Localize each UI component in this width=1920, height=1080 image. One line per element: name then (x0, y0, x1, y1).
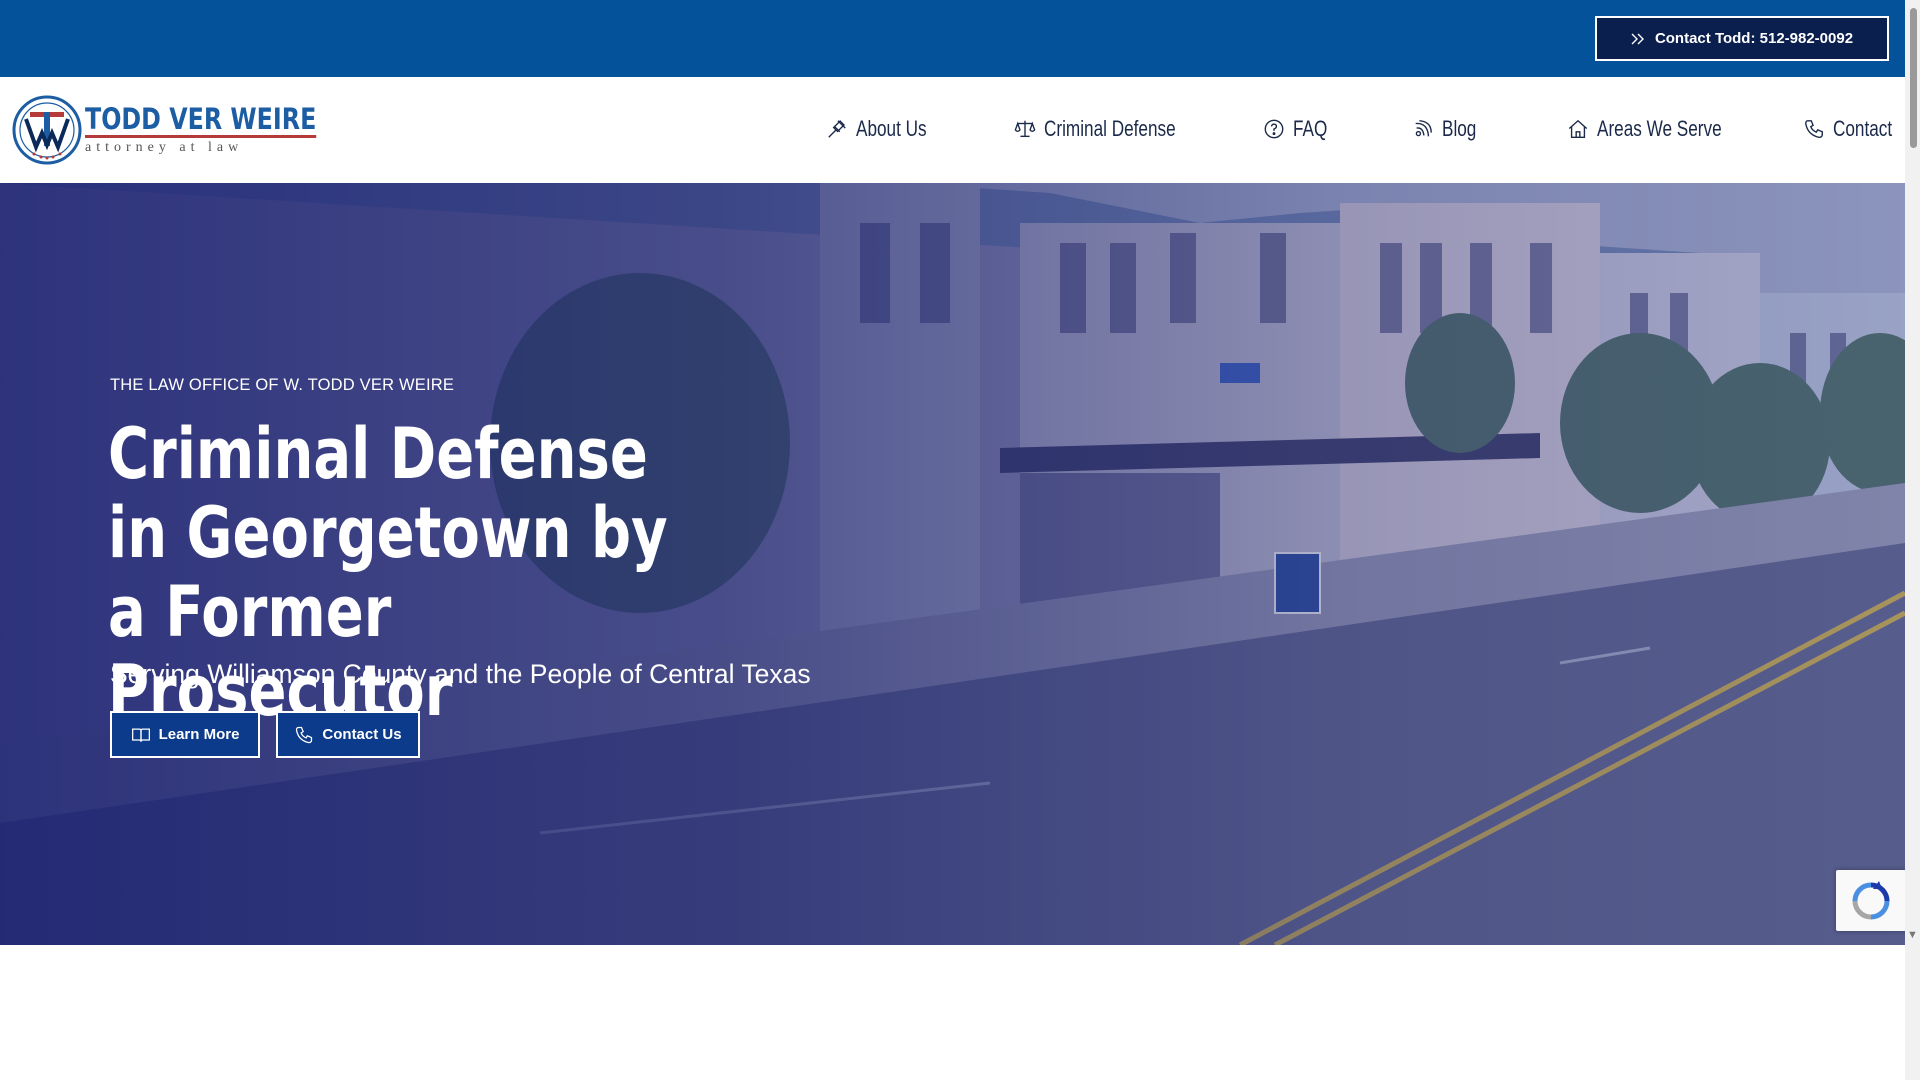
logo-name: TODD VER WEIRE (85, 101, 317, 138)
phone-icon (296, 726, 313, 743)
hero-subheadline: Serving Williamson County and the People… (110, 659, 811, 689)
logo-monogram-icon (12, 95, 82, 165)
site-logo[interactable]: TODD VER WEIRE attorney at law (12, 93, 317, 167)
hero-eyebrow: THE LAW OFFICE OF W. TODD VER WEIRE (110, 376, 455, 394)
phone-icon (1805, 120, 1823, 139)
question-circle-icon (1264, 119, 1284, 139)
contact-us-button[interactable]: Contact Us (276, 711, 420, 758)
logo-text: TODD VER WEIRE attorney at law (85, 101, 367, 156)
double-chevron-right-icon (1631, 33, 1644, 44)
gavel-icon (828, 120, 846, 138)
book-icon (131, 728, 150, 742)
recaptcha-badge[interactable] (1836, 870, 1906, 931)
contact-todd-button[interactable]: Contact Todd: 512-982-0092 (1595, 16, 1889, 61)
scales-icon (1014, 120, 1036, 138)
nav-contact[interactable]: Contact (1803, 112, 1909, 146)
scrollbar-thumb[interactable] (1910, 8, 1917, 148)
broadcast-icon (1415, 120, 1432, 137)
nav-criminal-defense[interactable]: Criminal Defense (1014, 112, 1213, 146)
home-icon (1568, 119, 1588, 138)
recaptcha-icon (1852, 880, 1890, 919)
nav-blog[interactable]: Blog (1412, 112, 1486, 146)
top-bar: Contact Todd: 512-982-0092 (0, 0, 1905, 77)
logo-tagline: attorney at law (85, 139, 244, 155)
page-scrollbar[interactable] (1905, 0, 1920, 1080)
scroll-down-arrow-icon[interactable]: ▼ (1907, 930, 1918, 941)
learn-more-button[interactable]: Learn More (110, 711, 260, 758)
site-header: TODD VER WEIRE attorney at law About Us … (0, 77, 1905, 183)
learn-more-label: Learn More (158, 726, 240, 743)
nav-about-us[interactable]: About Us (826, 112, 947, 146)
contact-todd-label: Contact Todd: 512-982-0092 (1654, 30, 1854, 47)
nav-areas-we-serve[interactable]: Areas We Serve (1567, 112, 1757, 146)
hero-section: THE LAW OFFICE OF W. TODD VER WEIRE Crim… (0, 183, 1905, 945)
nav-faq[interactable]: FAQ (1263, 112, 1337, 146)
contact-us-label: Contact Us (322, 726, 402, 743)
